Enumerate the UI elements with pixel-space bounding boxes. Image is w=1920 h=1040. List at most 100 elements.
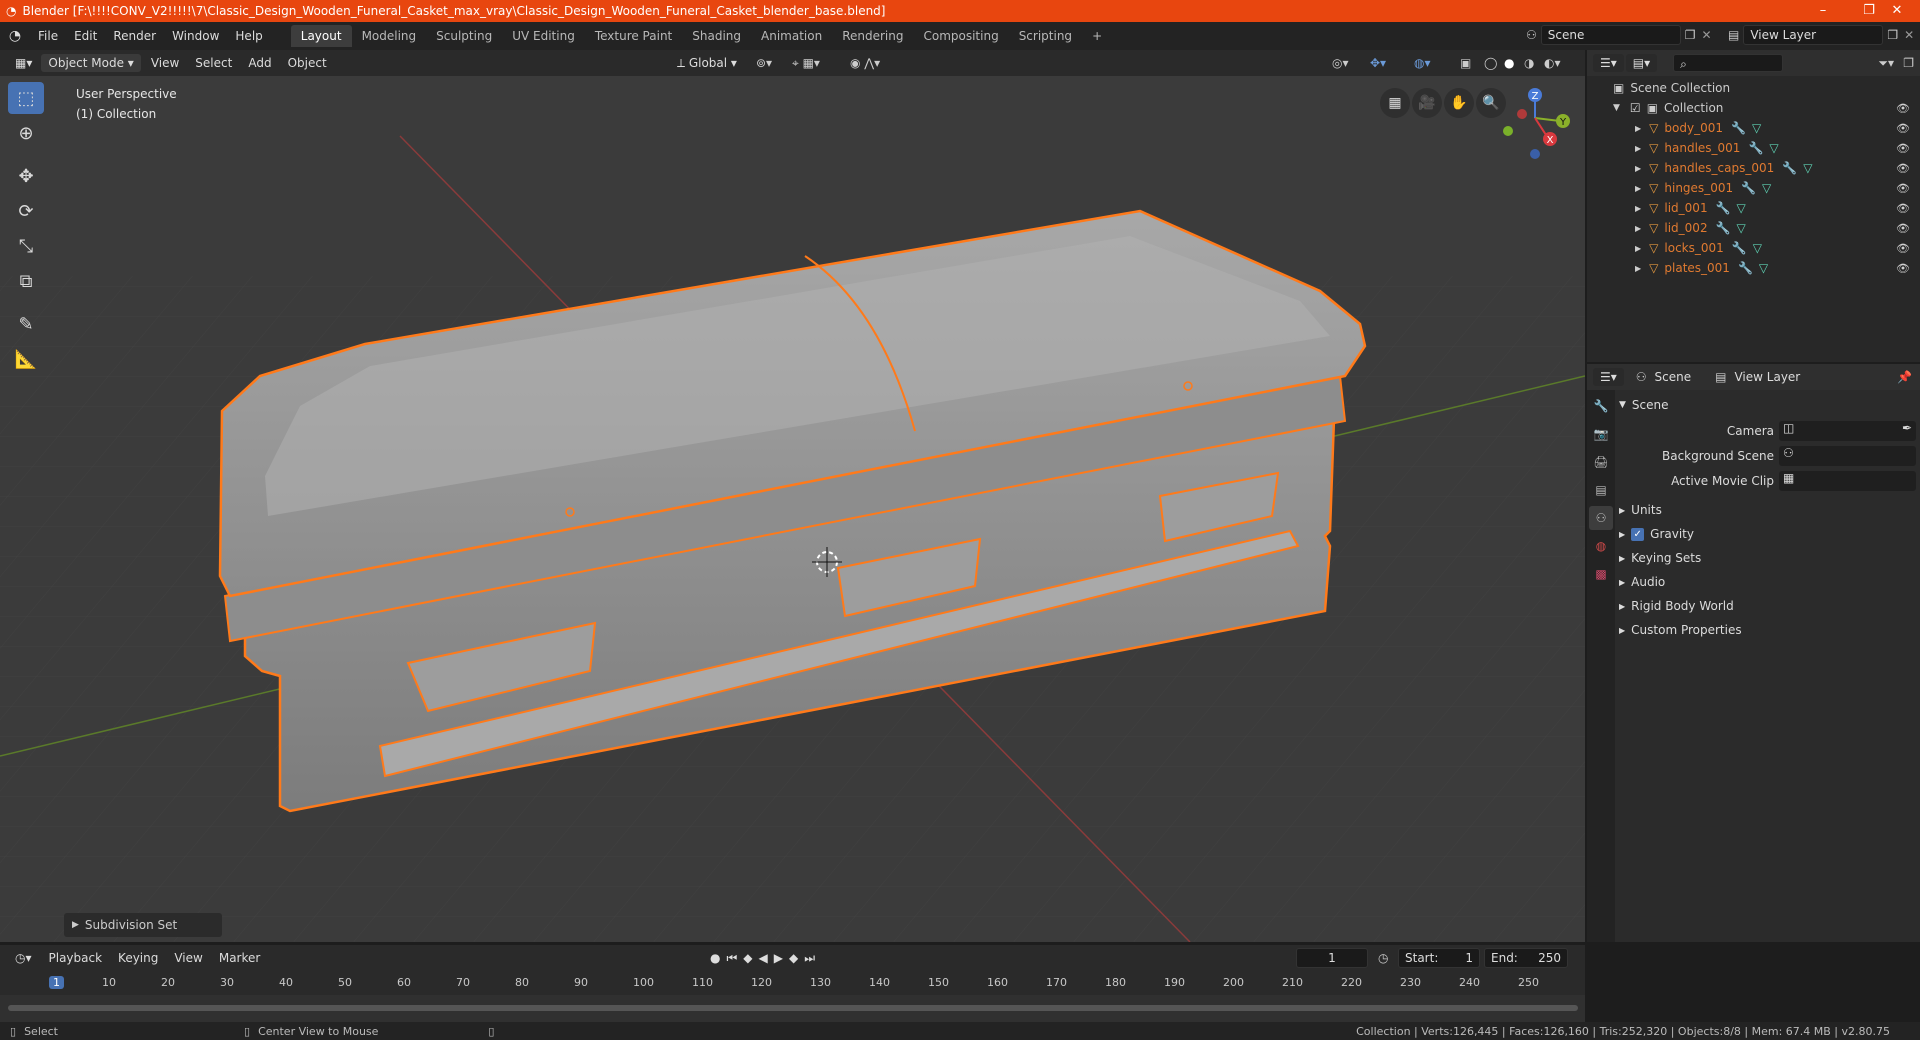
- gravity-checkbox[interactable]: ✓: [1631, 527, 1645, 541]
- xray-toggle-icon[interactable]: ▣: [1460, 56, 1471, 70]
- modifier-wrench-icon[interactable]: 🔧: [1731, 121, 1746, 135]
- keying-sets-section[interactable]: ▶ Keying Sets: [1619, 548, 1916, 568]
- add-workspace-button[interactable]: +: [1082, 25, 1112, 47]
- select-box-tool[interactable]: ⬚: [8, 82, 44, 114]
- menu-help[interactable]: Help: [227, 26, 270, 46]
- outliner-display-mode-icon[interactable]: ▤▾: [1625, 54, 1658, 72]
- tab-modeling[interactable]: Modeling: [352, 25, 427, 47]
- 3d-viewport[interactable]: Z Y X: [0, 76, 1585, 942]
- proportional-edit-icon[interactable]: ◉ ⋀▾: [850, 56, 880, 70]
- shading-wireframe-icon[interactable]: ◯: [1484, 56, 1497, 70]
- play-reverse-button[interactable]: ◀: [759, 951, 768, 965]
- timeline-menu-view[interactable]: View: [166, 948, 210, 968]
- modifier-wrench-icon[interactable]: 🔧: [1738, 261, 1753, 275]
- modifier-wrench-icon[interactable]: 🔧: [1741, 181, 1756, 195]
- scene-properties-tab[interactable]: ⚇: [1589, 506, 1613, 530]
- transform-tool[interactable]: ⧉: [8, 265, 44, 297]
- outliner-item-handles-caps-001[interactable]: ▶ ▽ handles_caps_001 🔧 ▽ 👁: [1587, 158, 1920, 178]
- outliner-item-plates-001[interactable]: ▶ ▽ plates_001 🔧 ▽ 👁: [1587, 258, 1920, 278]
- tab-rendering[interactable]: Rendering: [832, 25, 913, 47]
- tab-shading[interactable]: Shading: [682, 25, 751, 47]
- properties-view-layer-tab[interactable]: View Layer: [1726, 367, 1808, 387]
- tab-uv-editing[interactable]: UV Editing: [502, 25, 585, 47]
- outliner-collection[interactable]: ▼ ☑ ▣ Collection 👁: [1587, 98, 1920, 118]
- end-frame-field[interactable]: End: 250: [1484, 948, 1568, 968]
- outliner-search-input[interactable]: ⌕: [1673, 54, 1784, 72]
- timeline-menu-playback[interactable]: Playback: [41, 948, 111, 968]
- viewport-menu-object[interactable]: Object: [280, 53, 335, 73]
- properties-scene-tab[interactable]: Scene: [1647, 367, 1700, 387]
- overlay-toggle-icon[interactable]: ◍▾: [1414, 56, 1431, 70]
- tab-texture-paint[interactable]: Texture Paint: [585, 25, 682, 47]
- filter-icon[interactable]: ⏷▾: [1878, 56, 1894, 71]
- gravity-section[interactable]: ▶ ✓ Gravity: [1619, 524, 1916, 544]
- mesh-data-icon[interactable]: ▽: [1737, 221, 1746, 235]
- eye-icon[interactable]: 👁: [1896, 202, 1910, 215]
- expand-arrow-icon[interactable]: ▶: [1635, 124, 1641, 133]
- blender-menu-icon[interactable]: ◔: [0, 28, 30, 44]
- minimize-button[interactable]: –: [1800, 0, 1846, 22]
- frame-ruler[interactable]: 1 10 20 30 40 50 60 70 80 90 100 110 120 130 140 150 160…: [0, 971, 1585, 995]
- current-frame-field[interactable]: 1: [1296, 948, 1368, 968]
- zoom-icon[interactable]: 🔍: [1476, 88, 1506, 118]
- collection-checkbox-icon[interactable]: ☑: [1630, 101, 1641, 115]
- timeline-menu-marker[interactable]: Marker: [211, 948, 268, 968]
- expand-arrow-icon[interactable]: ▶: [1635, 224, 1641, 233]
- world-properties-tab[interactable]: ◍: [1589, 534, 1613, 558]
- last-operator-panel[interactable]: ▶ Subdivision Set: [64, 913, 222, 937]
- units-section[interactable]: ▶ Units: [1619, 500, 1916, 520]
- tab-compositing[interactable]: Compositing: [913, 25, 1008, 47]
- timeline-menu-keying[interactable]: Keying: [110, 948, 166, 968]
- rigid-body-world-section[interactable]: ▶ Rigid Body World: [1619, 596, 1916, 616]
- snap-icon[interactable]: ⌖ ▦▾: [792, 56, 820, 71]
- modifier-wrench-icon[interactable]: 🔧: [1716, 221, 1731, 235]
- mesh-data-icon[interactable]: ▽: [1759, 261, 1768, 275]
- toggle-camera-grid-icon[interactable]: ▦: [1380, 88, 1410, 118]
- collapse-arrow-icon[interactable]: ▼: [1613, 103, 1620, 113]
- jump-start-button[interactable]: ⏮: [726, 951, 737, 966]
- modifier-wrench-icon[interactable]: 🔧: [1716, 201, 1731, 215]
- mesh-data-icon[interactable]: ▽: [1762, 181, 1771, 195]
- jump-keyframe-back-button[interactable]: ◆: [743, 951, 752, 965]
- render-properties-tab[interactable]: 📷: [1589, 422, 1613, 446]
- timeline-area[interactable]: 1 10 20 30 40 50 60 70 80 90 100 110 120 130 140 150 160…: [0, 971, 1585, 1022]
- shading-solid-icon[interactable]: ●: [1504, 56, 1514, 70]
- view-layer-properties-tab[interactable]: ▤: [1589, 478, 1613, 502]
- pivot-icon[interactable]: ⊚▾: [756, 56, 772, 70]
- start-frame-field[interactable]: Start: 1: [1398, 948, 1480, 968]
- menu-file[interactable]: File: [30, 26, 66, 46]
- menu-window[interactable]: Window: [164, 26, 227, 46]
- eye-icon[interactable]: 👁: [1896, 222, 1910, 235]
- annotate-tool[interactable]: ✎: [8, 308, 44, 340]
- eye-icon[interactable]: 👁: [1896, 122, 1910, 135]
- pan-hand-icon[interactable]: ✋: [1444, 88, 1474, 118]
- outliner-item-lid-002[interactable]: ▶ ▽ lid_002 🔧 ▽ 👁: [1587, 218, 1920, 238]
- tab-scripting[interactable]: Scripting: [1009, 25, 1082, 47]
- properties-editor-type-icon[interactable]: ☰▾: [1593, 368, 1624, 386]
- eye-icon[interactable]: 👁: [1896, 262, 1910, 275]
- custom-properties-section[interactable]: ▶ Custom Properties: [1619, 620, 1916, 640]
- modifier-wrench-icon[interactable]: 🔧: [1782, 161, 1797, 175]
- shading-material-icon[interactable]: ◑: [1524, 56, 1534, 70]
- texture-properties-tab[interactable]: ▩: [1589, 562, 1613, 586]
- pin-icon[interactable]: 📌: [1897, 370, 1912, 384]
- outliner-editor-type-icon[interactable]: ☰▾: [1593, 54, 1624, 72]
- outliner-item-lid-001[interactable]: ▶ ▽ lid_001 🔧 ▽ 👁: [1587, 198, 1920, 218]
- jump-end-button[interactable]: ⏭: [804, 951, 815, 966]
- close-button[interactable]: ✕: [1874, 0, 1920, 22]
- stopwatch-icon[interactable]: ◷: [1378, 951, 1388, 965]
- eye-icon[interactable]: 👁: [1896, 102, 1910, 115]
- mesh-data-icon[interactable]: ▽: [1803, 161, 1812, 175]
- modifier-wrench-icon[interactable]: 🔧: [1748, 141, 1763, 155]
- expand-arrow-icon[interactable]: ▶: [1635, 264, 1641, 273]
- outliner-item-locks-001[interactable]: ▶ ▽ locks_001 🔧 ▽ 👁: [1587, 238, 1920, 258]
- scale-tool[interactable]: ⤡: [8, 230, 44, 262]
- visibility-icon[interactable]: ◎▾: [1332, 56, 1349, 70]
- eye-icon[interactable]: 👁: [1896, 182, 1910, 195]
- gizmo-toggle-icon[interactable]: ✥▾: [1370, 56, 1386, 70]
- scene-selector[interactable]: Scene: [1540, 25, 1681, 45]
- view-layer-selector[interactable]: View Layer: [1743, 25, 1884, 45]
- menu-edit[interactable]: Edit: [66, 26, 105, 46]
- viewport-menu-view[interactable]: View: [143, 53, 187, 73]
- play-button[interactable]: ▶: [774, 951, 783, 965]
